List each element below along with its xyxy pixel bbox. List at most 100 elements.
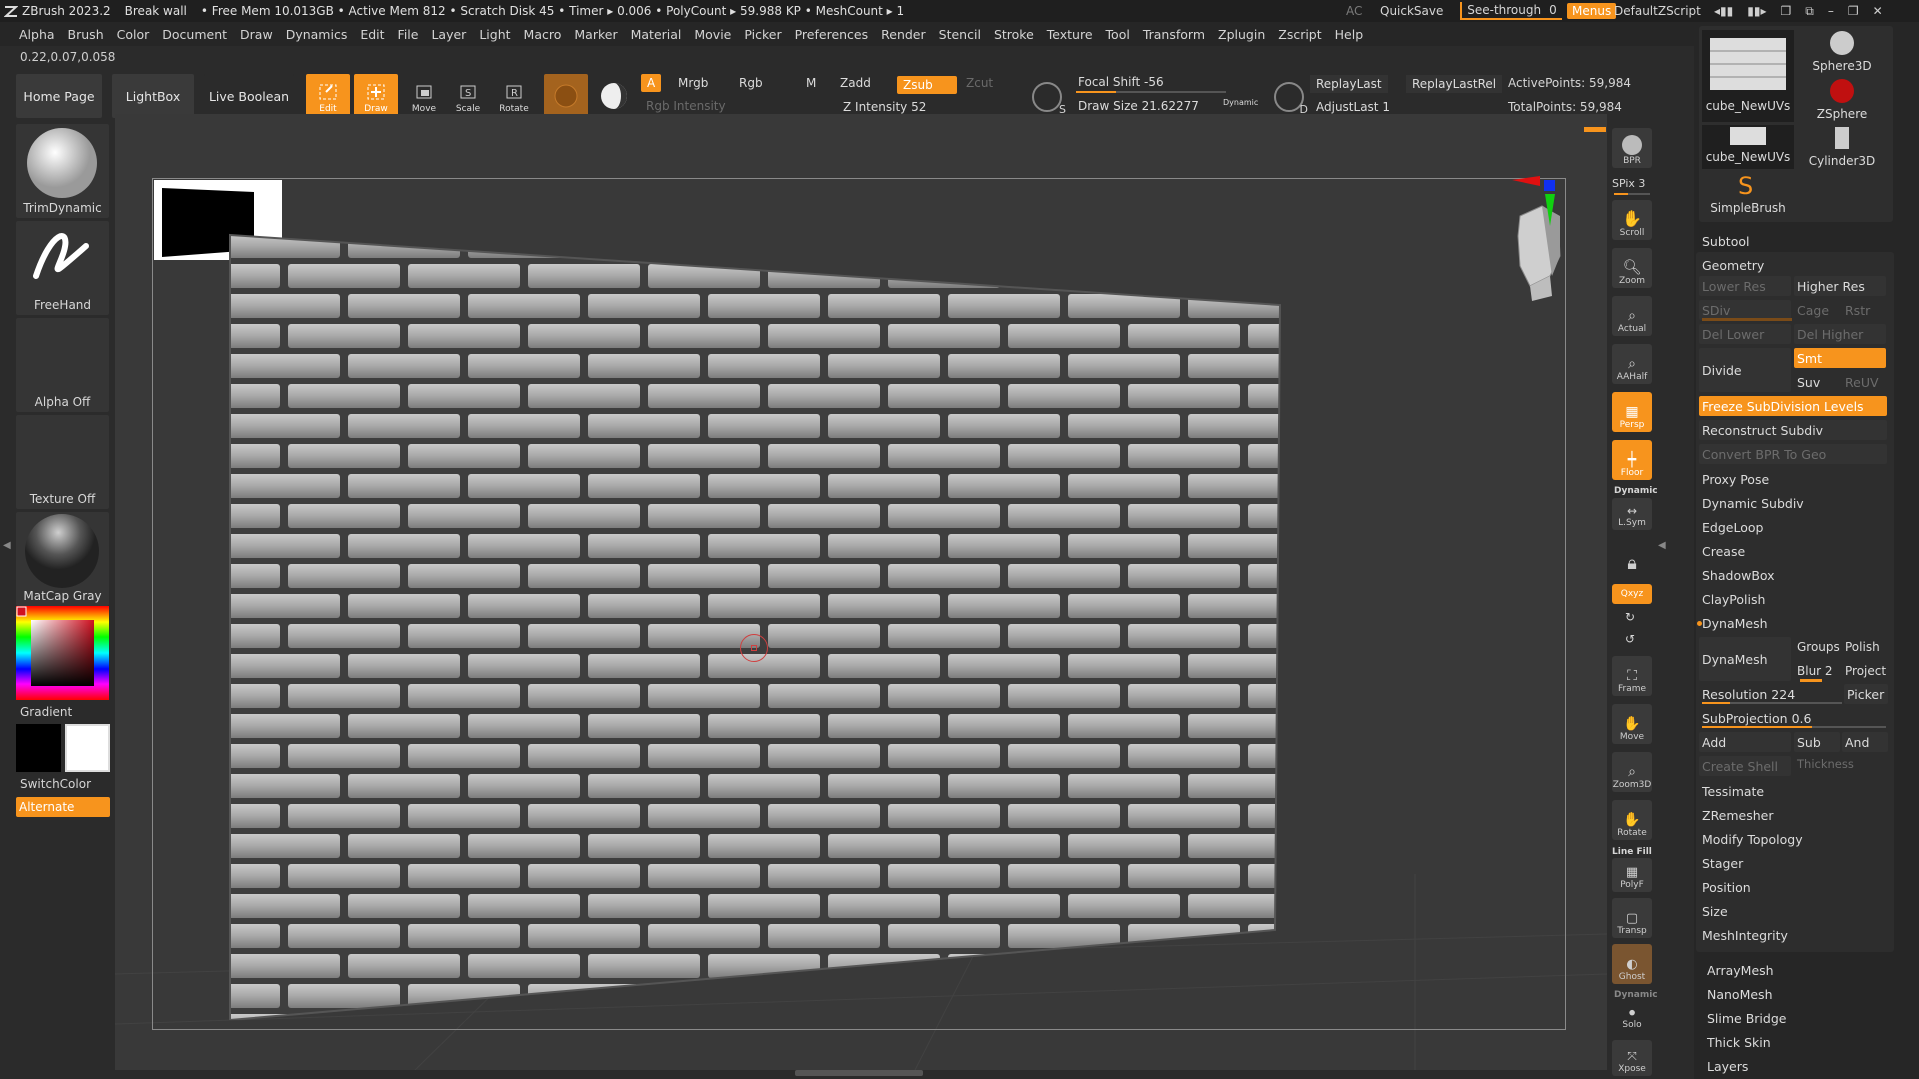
arraymesh-section[interactable]: ArrayMesh (1704, 960, 1894, 980)
layout-menu-icon[interactable]: ⧉ (1805, 4, 1814, 19)
lazy-mouse-s-button[interactable]: S (1032, 82, 1066, 116)
geometry-header[interactable]: Geometry (1699, 255, 1889, 275)
suv-toggle[interactable]: Suv (1794, 372, 1840, 392)
rotate-view-button[interactable]: ✋ Rotate (1612, 800, 1652, 840)
menu-document[interactable]: Document (162, 27, 227, 42)
menus-toggle[interactable]: Menus (1567, 3, 1617, 19)
lsym-button[interactable]: ↔ L.Sym (1612, 498, 1652, 530)
polyf-button[interactable]: ▦ PolyF (1612, 858, 1652, 892)
primary-color-swatch[interactable] (16, 724, 61, 772)
resolution-slider[interactable]: Resolution 224 (1699, 684, 1841, 704)
add-button[interactable]: Add (1699, 732, 1791, 752)
menu-transform[interactable]: Transform (1143, 27, 1205, 42)
alternate-button[interactable]: Alternate (16, 797, 110, 817)
menu-light[interactable]: Light (479, 27, 510, 42)
menu-stroke[interactable]: Stroke (994, 27, 1034, 42)
menu-draw[interactable]: Draw (240, 27, 273, 42)
groups-toggle[interactable]: Groups (1794, 637, 1840, 657)
lazy-mouse-d-button[interactable]: D (1274, 82, 1308, 116)
scale-mode-button[interactable]: S Scale (446, 74, 490, 118)
color-sphere-button[interactable] (596, 78, 632, 114)
zremesher-section[interactable]: ZRemesher (1699, 805, 1889, 825)
tool-thumb-cube-newuvs-2[interactable]: cube_NewUVs (1702, 125, 1794, 169)
position-section[interactable]: Position (1699, 877, 1889, 897)
material-swatch-button[interactable] (544, 74, 588, 118)
menu-layer[interactable]: Layer (431, 27, 466, 42)
ghost-button[interactable]: ◐ Ghost (1612, 944, 1652, 984)
menu-zscript[interactable]: Zscript (1278, 27, 1321, 42)
rgb-intensity-slider[interactable]: Rgb Intensity (640, 97, 732, 115)
rotate-mode-button[interactable]: R Rotate (492, 74, 536, 118)
nanomesh-section[interactable]: NanoMesh (1704, 984, 1894, 1004)
orientation-gizmo[interactable] (1460, 176, 1570, 306)
edgeloop-section[interactable]: EdgeLoop (1699, 517, 1889, 537)
persp-button[interactable]: ▦ Persp (1612, 392, 1652, 432)
live-boolean-button[interactable]: Live Boolean (204, 74, 294, 118)
divide-button[interactable]: Divide (1699, 348, 1791, 392)
move-mode-button[interactable]: Move (402, 74, 446, 118)
rstr-button[interactable]: Rstr (1842, 300, 1888, 320)
home-page-button[interactable]: Home Page (16, 74, 102, 118)
move-view-button[interactable]: ✋ Move (1612, 704, 1652, 744)
menu-marker[interactable]: Marker (574, 27, 617, 42)
slime-bridge-section[interactable]: Slime Bridge (1704, 1008, 1894, 1028)
m-toggle[interactable]: M (800, 74, 822, 92)
modify-topology-section[interactable]: Modify Topology (1699, 829, 1889, 849)
crease-section[interactable]: Crease (1699, 541, 1889, 561)
tool-thumb-simplebrush[interactable]: S SimpleBrush (1702, 172, 1794, 216)
menu-preferences[interactable]: Preferences (795, 27, 869, 42)
rotate-y-icon[interactable]: ↻ (1625, 610, 1635, 624)
tool-thumb-cylinder3d[interactable]: Cylinder3D (1796, 125, 1888, 169)
prev-layout-icon[interactable]: ◂▮▮ (1714, 4, 1733, 18)
menu-render[interactable]: Render (881, 27, 926, 42)
zoom3d-button[interactable]: ⌕ Zoom3D (1612, 752, 1652, 792)
sdiv-slider[interactable]: SDiv (1699, 300, 1791, 320)
subtool-header[interactable]: Subtool (1699, 231, 1889, 251)
lock-button[interactable]: 🔒︎ (1612, 540, 1652, 576)
dynamic-size-toggle[interactable]: Dynamic (1223, 98, 1258, 107)
picker-button[interactable]: Picker (1844, 684, 1888, 704)
material-selector[interactable]: MatCap Gray (16, 512, 109, 606)
menu-movie[interactable]: Movie (694, 27, 731, 42)
right-collapse-icon[interactable]: ◀ (1658, 540, 1666, 551)
zcut-toggle[interactable]: Zcut (960, 74, 999, 92)
shadowbox-section[interactable]: ShadowBox (1699, 565, 1889, 585)
rotate-z-icon[interactable]: ↺ (1625, 632, 1635, 646)
and-button[interactable]: And (1842, 732, 1888, 752)
reconstruct-subdiv-button[interactable]: Reconstruct Subdiv (1699, 420, 1887, 440)
lower-res-button[interactable]: Lower Res (1699, 276, 1791, 296)
solo-button[interactable]: ⚫ Solo (1612, 1000, 1652, 1032)
freeze-subdivision-button[interactable]: Freeze SubDivision Levels (1699, 396, 1887, 416)
quicksave-button[interactable]: QuickSave (1380, 0, 1443, 22)
tool-thumb-cube-newuvs[interactable]: cube_NewUVs (1702, 30, 1794, 122)
aahalf-button[interactable]: ⌕ AAHalf (1612, 344, 1652, 384)
smt-toggle[interactable]: Smt (1794, 348, 1886, 368)
menu-zplugin[interactable]: Zplugin (1218, 27, 1265, 42)
menu-tool[interactable]: Tool (1106, 27, 1130, 42)
left-collapse-icon[interactable]: ◀ (3, 540, 11, 551)
polish-toggle[interactable]: Polish (1842, 637, 1888, 657)
switchcolor-button[interactable]: SwitchColor (20, 777, 91, 791)
stager-section[interactable]: Stager (1699, 853, 1889, 873)
gradient-label[interactable]: Gradient (20, 705, 72, 719)
edit-mode-button[interactable]: Edit (306, 74, 350, 118)
tool-thumb-sphere3d[interactable]: Sphere3D (1796, 30, 1888, 76)
xpose-button[interactable]: ⤧ Xpose (1612, 1040, 1652, 1076)
bpr-button[interactable]: BPR (1612, 128, 1652, 168)
dynamesh-button[interactable]: DynaMesh (1699, 637, 1791, 681)
reuv-button[interactable]: ReUV (1842, 372, 1888, 392)
spix-slider[interactable]: SPix 3 (1612, 177, 1645, 190)
del-higher-button[interactable]: Del Higher (1794, 324, 1886, 344)
a-toggle[interactable]: A (641, 74, 662, 92)
floor-button[interactable]: ┿ Floor (1612, 440, 1652, 480)
draw-mode-button[interactable]: Draw (354, 74, 398, 118)
brush-selector[interactable]: TrimDynamic (16, 124, 109, 218)
menu-brush[interactable]: Brush (68, 27, 104, 42)
menu-dynamics[interactable]: Dynamics (286, 27, 348, 42)
zsub-toggle[interactable]: Zsub (897, 76, 957, 94)
minimize-icon[interactable]: – (1828, 4, 1834, 18)
next-layout-icon[interactable]: ▮▮▸ (1747, 4, 1766, 18)
transp-button[interactable]: ▢ Transp (1612, 898, 1652, 938)
higher-res-button[interactable]: Higher Res (1794, 276, 1886, 296)
del-lower-button[interactable]: Del Lower (1699, 324, 1791, 344)
